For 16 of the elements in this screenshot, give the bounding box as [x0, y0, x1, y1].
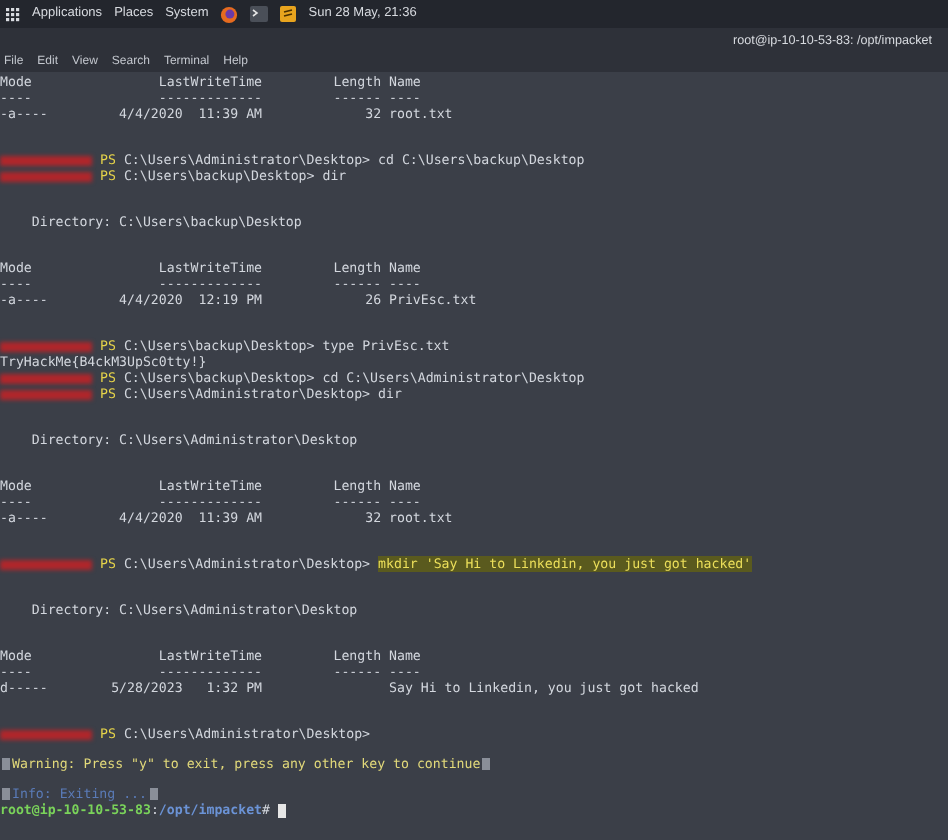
redacted-mark	[0, 373, 92, 383]
glyph-box-icon	[2, 758, 10, 770]
cursor-icon	[278, 803, 287, 817]
browser-icon[interactable]	[220, 5, 239, 23]
redacted-mark	[0, 389, 92, 399]
redacted-mark	[0, 729, 92, 739]
redacted-mark	[0, 559, 92, 569]
redacted-mark	[0, 341, 92, 351]
editor-icon[interactable]	[280, 6, 297, 22]
glyph-box-icon	[2, 788, 10, 800]
redacted-mark	[0, 171, 92, 181]
terminal-icon[interactable]	[250, 6, 269, 22]
glyph-box-icon	[482, 758, 491, 770]
grid-icon[interactable]	[6, 7, 20, 21]
glyph-box-icon	[149, 788, 157, 800]
redacted-mark	[0, 155, 92, 165]
